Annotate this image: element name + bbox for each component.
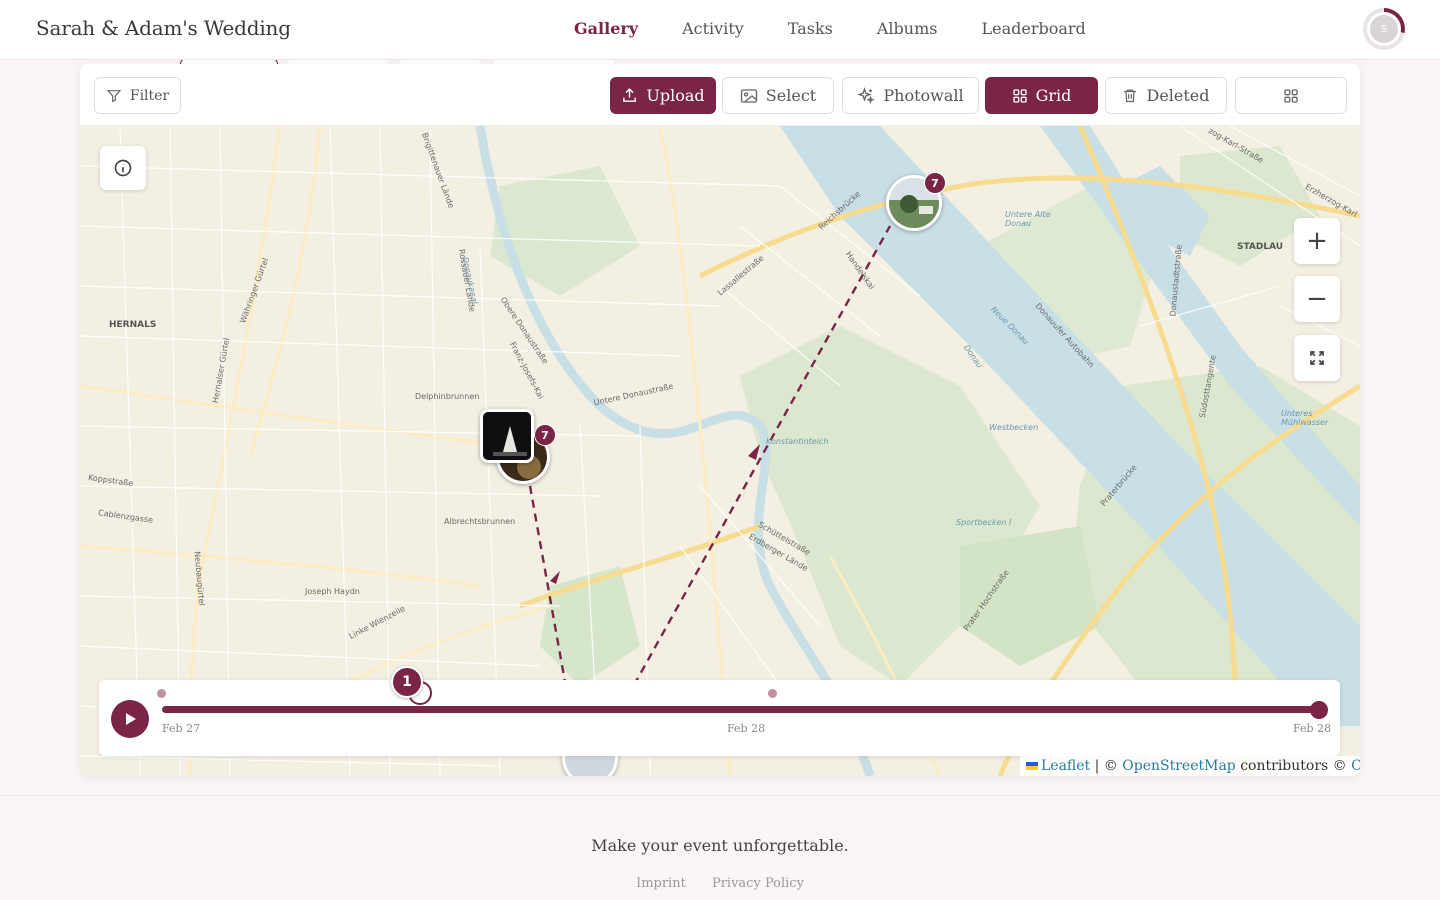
nav-activity[interactable]: Activity [682, 19, 744, 38]
sparkles-icon [857, 86, 876, 104]
trash-icon [1124, 89, 1137, 103]
avatar: S [1367, 12, 1401, 46]
timeline-end-thumb[interactable] [1310, 701, 1328, 719]
openstreetmap-link[interactable]: OpenStreetMap [1122, 758, 1236, 774]
map-label-water: Unteres Mühlwasser [1281, 409, 1329, 427]
upload-button[interactable]: Upload [610, 77, 716, 114]
photo-map[interactable]: HERNALS STADLAU Delphinbrunnen Albrechts… [80, 126, 1360, 776]
timeline-mid-label: Feb 28 [727, 722, 766, 735]
footer-links: Imprint Privacy Policy [0, 876, 1440, 891]
view-toggle-button[interactable] [1235, 77, 1347, 114]
timeline-start-label: Feb 27 [162, 722, 201, 735]
fullscreen-button[interactable] [1294, 335, 1340, 381]
nav-leaderboard[interactable]: Leaderboard [981, 19, 1085, 38]
zoom-in-button[interactable]: + [1294, 218, 1340, 264]
timeline-end-label: Feb 28 [1293, 722, 1332, 735]
nav-gallery[interactable]: Gallery [574, 19, 638, 38]
cluster-count-badge: 7 [534, 424, 556, 446]
map-label-poi: Delphinbrunnen [415, 392, 480, 401]
timeline-track[interactable] [162, 706, 1319, 713]
carto-link[interactable]: CARTO [1351, 758, 1360, 774]
map-label-water: Konstantinteich [766, 437, 829, 446]
photo-thumbnail [483, 412, 531, 460]
filter-icon [106, 89, 122, 102]
grid-button[interactable]: Grid [985, 77, 1098, 114]
map-label-district: HERNALS [109, 320, 157, 330]
app-header: Sarah & Adam's Wedding Gallery Activity … [0, 0, 1440, 60]
event-title[interactable]: Sarah & Adam's Wedding [36, 16, 291, 40]
map-label-poi: Albrechtsbrunnen [444, 517, 516, 526]
grid-icon [1284, 88, 1298, 103]
deleted-button[interactable]: Deleted [1105, 77, 1227, 114]
timeline-count-bubble[interactable]: 1 [391, 666, 423, 698]
select-button[interactable]: Select [722, 77, 834, 114]
photowall-button[interactable]: Photowall [842, 77, 979, 114]
gallery-toolbar: Filter Upload Select Photowall Grid Dele… [80, 64, 1360, 126]
leaflet-link[interactable]: Leaflet [1041, 758, 1090, 774]
timeline-scrubber: 1 Feb 27 Feb 28 Feb 28 [99, 666, 1340, 756]
image-icon [740, 88, 757, 103]
photo-thumbnail-marker[interactable] [480, 409, 534, 463]
map-label-district: STADLAU [1237, 242, 1284, 252]
filter-button[interactable]: Filter [94, 77, 181, 114]
map-label-water: Sportbecken I [956, 518, 1012, 527]
map-info-button[interactable] [100, 146, 146, 190]
attribution-separator: | © [1090, 758, 1123, 774]
timeline-marker[interactable] [768, 689, 777, 698]
user-avatar-button[interactable]: S [1363, 8, 1405, 50]
info-icon [114, 159, 132, 177]
attribution-contributors: contributors © [1235, 758, 1352, 774]
timeline-marker[interactable] [157, 689, 166, 698]
main-nav: Gallery Activity Tasks Albums Leaderboar… [574, 19, 1130, 38]
privacy-policy-link[interactable]: Privacy Policy [712, 876, 804, 891]
map-tiles [80, 126, 1360, 776]
play-button[interactable] [111, 700, 149, 738]
footer-tagline: Make your event unforgettable. [591, 836, 849, 855]
map-attribution: Leaflet | © OpenStreetMap contributors ©… [1020, 756, 1360, 776]
imprint-link[interactable]: Imprint [636, 876, 686, 891]
grid-icon [1012, 88, 1027, 103]
timeline-progress [162, 706, 1319, 713]
gallery-card: Filter Upload Select Photowall Grid Dele… [80, 64, 1360, 776]
nav-albums[interactable]: Albums [877, 19, 938, 38]
map-label-poi: Joseph Haydn [305, 587, 360, 596]
upload-icon [623, 88, 637, 102]
map-label-water: Untere Alte Donau [1005, 210, 1051, 228]
nav-tasks[interactable]: Tasks [788, 19, 833, 38]
map-label-water: Westbecken [989, 423, 1039, 432]
photowall-label: Photowall [883, 86, 964, 105]
play-icon [126, 713, 136, 725]
fullscreen-icon [1310, 351, 1324, 365]
cluster-count-badge: 7 [924, 172, 946, 194]
ukraine-flag-icon [1026, 762, 1038, 770]
footer-divider [0, 795, 1440, 796]
upload-label: Upload [646, 86, 705, 105]
select-label: Select [765, 86, 817, 105]
deleted-label: Deleted [1146, 86, 1210, 105]
filter-label: Filter [129, 87, 170, 104]
zoom-out-button[interactable]: − [1294, 276, 1340, 322]
grid-label: Grid [1035, 86, 1072, 105]
